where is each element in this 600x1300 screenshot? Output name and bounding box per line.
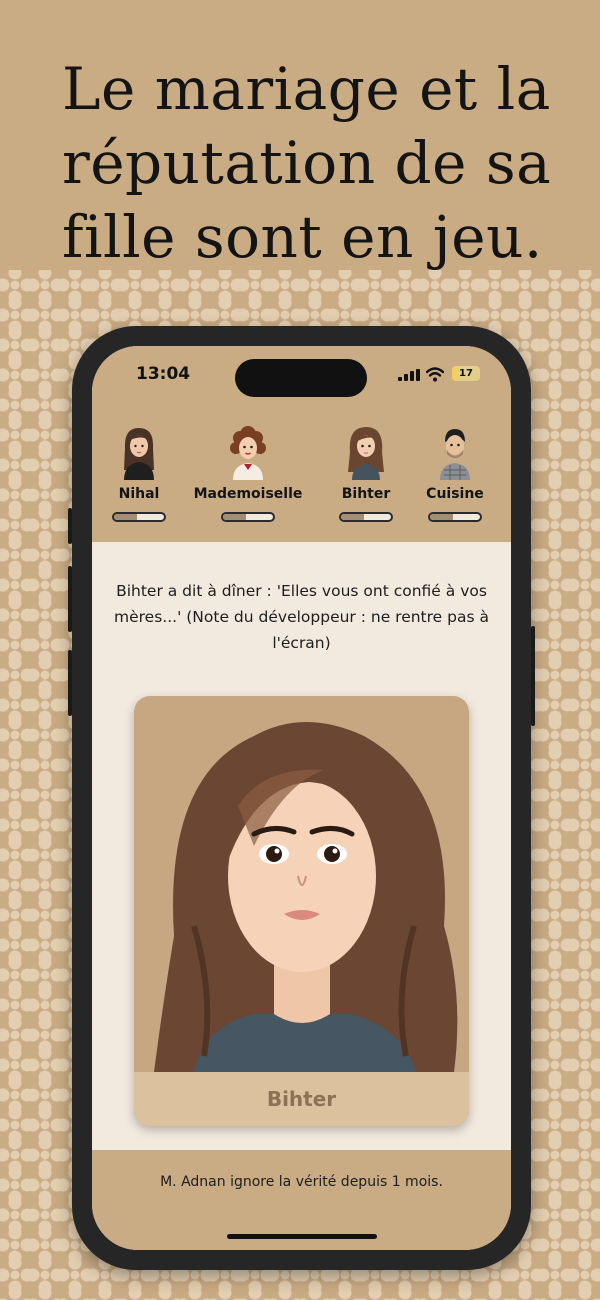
character-name: Cuisine [426,486,484,502]
volume-down-button [68,650,72,716]
power-button [531,626,535,726]
footer-status-text: M. Adnan ignore la vérité depuis 1 mois. [160,1174,443,1190]
home-indicator[interactable] [227,1234,377,1239]
character-name: Mademoiselle [193,486,303,502]
promo-banner: Le mariage et la réputation de sa fille … [0,0,600,271]
status-time: 13:04 [136,364,191,384]
nihal-avatar [124,428,154,480]
phone-frame: 13:04 17 Nihal Mademoiselle Bihter Cuisi… [68,326,535,1270]
volume-up-button [68,566,72,632]
mademoiselle-avatar [230,426,266,480]
character-cuisine[interactable]: Cuisine [400,424,510,524]
action-button [68,508,72,544]
character-name: Nihal [118,486,160,502]
app-screen: 13:04 17 Nihal Mademoiselle Bihter Cuisi… [92,346,511,1250]
bihter-avatar [348,427,384,480]
affinity-bar [112,512,166,522]
battery-level: 17 [459,368,473,379]
character-mademoiselle[interactable]: Mademoiselle [193,424,303,524]
choice-card[interactable]: Bihter [134,696,469,1126]
character-nihal[interactable]: Nihal [92,424,194,524]
bihter-portrait [154,722,458,1072]
top-bar: 13:04 17 Nihal Mademoiselle Bihter Cuisi… [92,346,511,542]
story-text: Bihter a dit à dîner : 'Elles vous ont c… [114,582,489,652]
dynamic-island [235,359,367,397]
affinity-bar [221,512,275,522]
wifi-icon [426,367,444,382]
headline: Le mariage et la réputation de sa fille … [62,55,552,271]
cuisine-avatar [440,429,470,480]
card-label: Bihter [134,1072,469,1126]
battery-icon: 17 [452,366,480,381]
character-list: Nihal Mademoiselle Bihter Cuisine [92,424,511,534]
affinity-bar [339,512,393,522]
status-bar: 13:04 17 [92,346,511,406]
signal-icon [398,369,420,381]
affinity-bar [428,512,482,522]
